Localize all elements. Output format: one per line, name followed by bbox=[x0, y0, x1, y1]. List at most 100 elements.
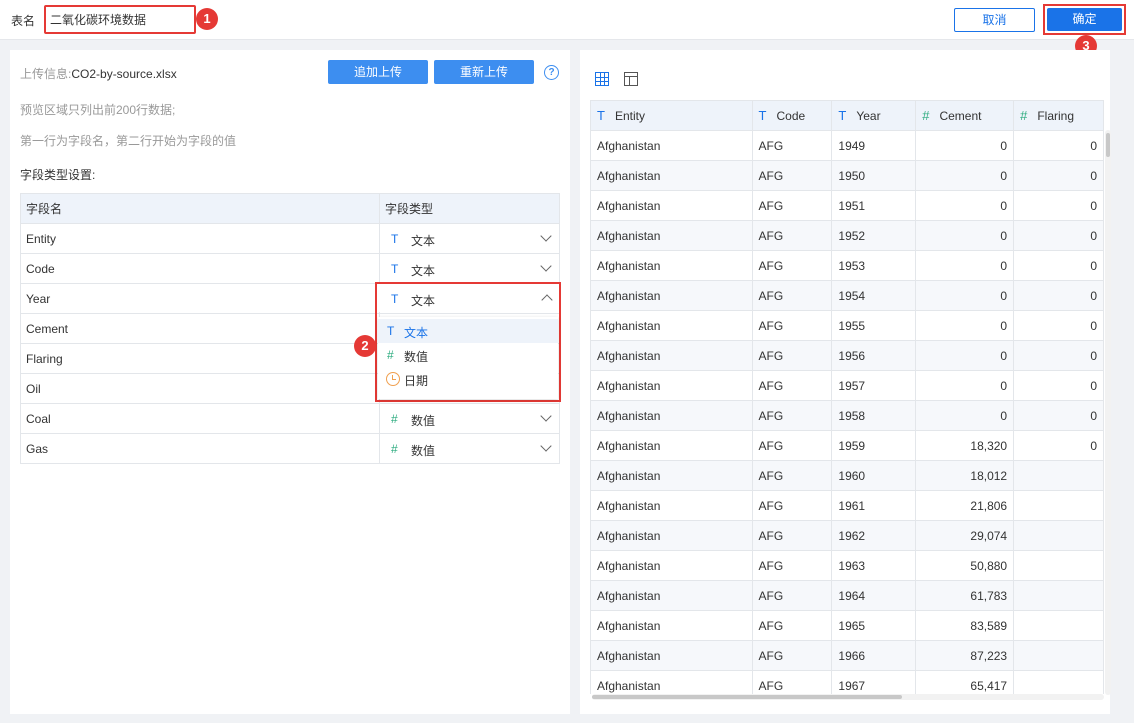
field-type-value: 数值 bbox=[411, 414, 436, 428]
preview-cell: AFG bbox=[751, 400, 833, 431]
text-type-icon: T bbox=[597, 108, 605, 123]
table-row: Afghanistan AFG 1957 0 0 bbox=[590, 370, 1104, 401]
preview-cell: AFG bbox=[751, 520, 833, 551]
preview-cell: AFG bbox=[751, 430, 833, 461]
table-name-label: 表名 bbox=[11, 14, 36, 28]
preview-cell: Afghanistan bbox=[590, 310, 753, 341]
preview-cell: 1967 bbox=[831, 670, 917, 694]
vertical-scrollbar[interactable] bbox=[1105, 130, 1111, 695]
chevron-down-icon bbox=[540, 230, 552, 242]
horizontal-scrollbar-thumb[interactable] bbox=[592, 695, 902, 699]
field-name-cell: Flaring bbox=[20, 343, 380, 374]
preview-cell: Afghanistan bbox=[590, 640, 753, 671]
preview-table: T Entity T Code T Year # Cement # Flaring Afghani… bbox=[590, 100, 1104, 694]
preview-cell: 0 bbox=[915, 370, 1015, 401]
table-view-icon[interactable] bbox=[595, 72, 609, 86]
field-type-select[interactable]: T 文本 bbox=[379, 253, 560, 284]
preview-cell: 0 bbox=[1013, 130, 1104, 161]
preview-col-name: Cement bbox=[939, 109, 982, 123]
preview-cell: 0 bbox=[915, 400, 1015, 431]
type-option-number[interactable]: # 数值 bbox=[378, 343, 558, 367]
reupload-button[interactable]: 重新上传 bbox=[434, 60, 534, 84]
upload-info: 上传信息:CO2-by-source.xlsx bbox=[20, 65, 177, 82]
field-row: Coal # 数值 bbox=[20, 403, 560, 434]
preview-cell: 1957 bbox=[831, 370, 917, 401]
number-type-icon: # bbox=[922, 108, 930, 123]
preview-cell: 0 bbox=[1013, 160, 1104, 191]
preview-cell: AFG bbox=[751, 610, 833, 641]
preview-cell: Afghanistan bbox=[590, 130, 753, 161]
vertical-scrollbar-thumb[interactable] bbox=[1106, 133, 1110, 157]
preview-cell: AFG bbox=[751, 640, 833, 671]
type-select-open[interactable]: T 文本 bbox=[378, 284, 558, 312]
table-row: Afghanistan AFG 1965 83,589 bbox=[590, 610, 1104, 641]
preview-cell: AFG bbox=[751, 250, 833, 281]
preview-cell: AFG bbox=[751, 220, 833, 251]
col-field-name: 字段名 bbox=[20, 193, 380, 224]
layout-view-icon[interactable] bbox=[624, 72, 638, 86]
preview-col-header: T Code bbox=[751, 100, 833, 131]
field-name-cell: Oil bbox=[20, 373, 380, 404]
preview-cell: AFG bbox=[751, 460, 833, 491]
number-type-icon: # bbox=[387, 348, 394, 362]
preview-cell: AFG bbox=[751, 190, 833, 221]
append-upload-button[interactable]: 追加上传 bbox=[328, 60, 428, 84]
preview-cell: AFG bbox=[751, 550, 833, 581]
field-type-select[interactable]: # 数值 bbox=[379, 403, 560, 434]
preview-cell: 1966 bbox=[831, 640, 917, 671]
preview-cell: 0 bbox=[1013, 400, 1104, 431]
preview-col-header: T Entity bbox=[590, 100, 753, 131]
field-name-cell: Cement bbox=[20, 313, 380, 344]
preview-cell: 0 bbox=[1013, 340, 1104, 371]
preview-cell: Afghanistan bbox=[590, 490, 753, 521]
table-row: Afghanistan AFG 1963 50,880 bbox=[590, 550, 1104, 581]
confirm-button[interactable]: 确定 bbox=[1047, 8, 1122, 31]
preview-cell: 0 bbox=[915, 280, 1015, 311]
preview-cell: 1959 bbox=[831, 430, 917, 461]
field-type-value: 数值 bbox=[411, 444, 436, 458]
preview-col-name: Entity bbox=[614, 109, 645, 123]
step-badge-1: 1 bbox=[196, 8, 218, 30]
preview-cell: 0 bbox=[915, 190, 1015, 221]
preview-cell: Afghanistan bbox=[590, 340, 753, 371]
text-type-icon: T bbox=[838, 108, 847, 123]
preview-cell: 0 bbox=[1013, 220, 1104, 251]
preview-cell: 0 bbox=[915, 220, 1015, 251]
preview-cell: 1956 bbox=[831, 340, 917, 371]
preview-cell: 1952 bbox=[831, 220, 917, 251]
upload-info-label: 上传信息: bbox=[20, 67, 72, 81]
number-type-icon: # bbox=[391, 412, 398, 426]
field-type-select[interactable]: T 文本 bbox=[379, 223, 560, 254]
hint-header-row: 第一行为字段名，第二行开始为字段的值 bbox=[20, 134, 237, 148]
type-option-text[interactable]: T 文本 bbox=[378, 319, 558, 343]
preview-cell: 1960 bbox=[831, 460, 917, 491]
help-icon[interactable]: ? bbox=[544, 65, 559, 80]
preview-cell: 1950 bbox=[831, 160, 917, 191]
preview-cell: Afghanistan bbox=[590, 160, 753, 191]
type-options-list: T 文本 # 数值 日期 bbox=[378, 317, 558, 399]
chevron-up-icon bbox=[541, 294, 553, 306]
preview-col-header: # Cement bbox=[915, 100, 1015, 131]
table-name-input[interactable] bbox=[44, 5, 196, 34]
preview-cell: 1958 bbox=[831, 400, 917, 431]
preview-cell bbox=[1013, 460, 1104, 491]
col-field-type: 字段类型 bbox=[379, 193, 560, 224]
field-name-cell: Entity bbox=[20, 223, 380, 254]
upload-file-name: CO2-by-source.xlsx bbox=[71, 67, 177, 81]
field-type-select[interactable]: # 数值 bbox=[379, 433, 560, 464]
preview-cell: AFG bbox=[751, 310, 833, 341]
preview-cell: 0 bbox=[1013, 190, 1104, 221]
preview-cell bbox=[1013, 550, 1104, 581]
cancel-button[interactable]: 取消 bbox=[954, 8, 1035, 32]
field-type-value: 文本 bbox=[411, 234, 436, 248]
table-row: Afghanistan AFG 1955 0 0 bbox=[590, 310, 1104, 341]
preview-table-viewport[interactable]: T Entity T Code T Year # Cement # Flaring Afghani… bbox=[590, 100, 1104, 694]
preview-cell: 1962 bbox=[831, 520, 917, 551]
table-row: Afghanistan AFG 1956 0 0 bbox=[590, 340, 1104, 371]
preview-cell: 0 bbox=[915, 130, 1015, 161]
upload-settings-panel: 上传信息:CO2-by-source.xlsx 追加上传 重新上传 ? 预览区域… bbox=[10, 50, 570, 714]
number-type-icon: # bbox=[391, 442, 398, 456]
text-type-icon: T bbox=[391, 292, 399, 306]
type-option-date[interactable]: 日期 bbox=[378, 367, 558, 391]
text-type-icon: T bbox=[391, 262, 399, 276]
